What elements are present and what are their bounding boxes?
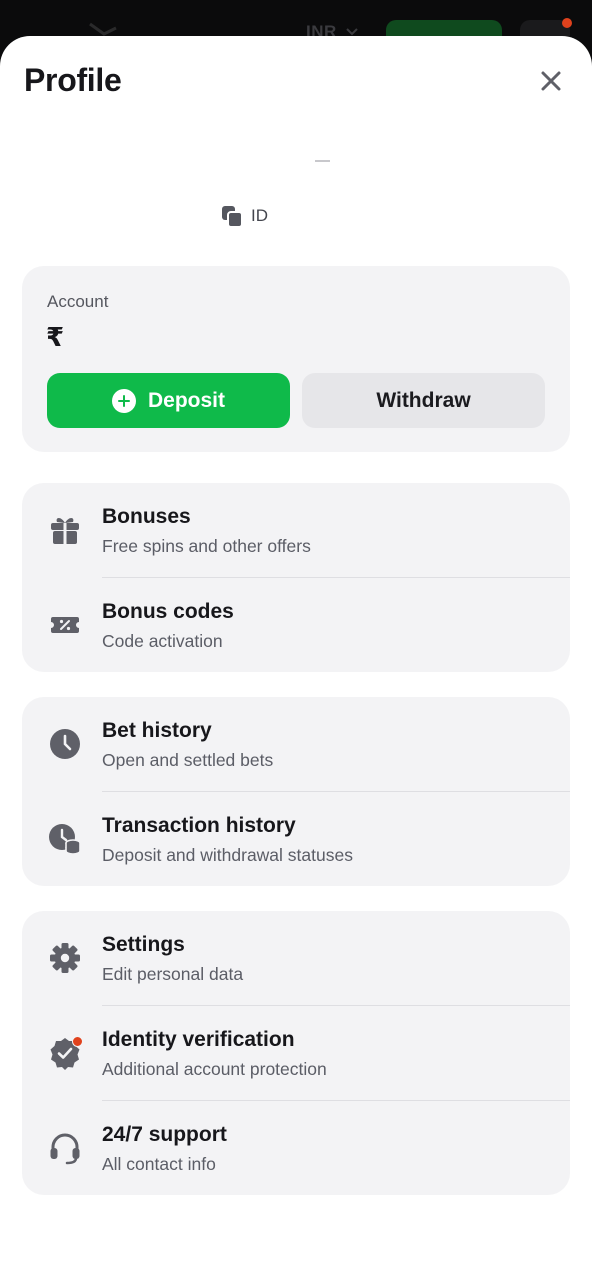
menu-item-subtitle: Code activation — [102, 631, 223, 651]
ticket-percent-icon — [51, 617, 79, 633]
gear-icon — [50, 943, 80, 973]
gift-icon — [51, 518, 79, 544]
withdraw-button[interactable]: Withdraw — [302, 373, 545, 428]
notification-dot — [72, 1036, 83, 1047]
menu-item-title: Bet history — [102, 719, 212, 742]
menu-item-bonuses[interactable]: Bonuses Free spins and other offers — [22, 483, 570, 578]
account-card: Account ₹ Deposit Withdraw — [22, 266, 570, 452]
history-group: Bet history Open and settled bets Transa… — [22, 697, 570, 886]
page-title: Profile — [24, 62, 122, 98]
menu-item-identity-verification[interactable]: Identity verification Additional account… — [22, 1006, 570, 1101]
menu-item-subtitle: Edit personal data — [102, 964, 244, 984]
username-placeholder — [315, 160, 330, 162]
headset-icon — [50, 1133, 80, 1165]
menu-item-bet-history[interactable]: Bet history Open and settled bets — [22, 697, 570, 792]
user-id-label: ID — [251, 206, 268, 225]
menu-item-title: Bonuses — [102, 505, 191, 528]
menu-item-subtitle: Additional account protection — [102, 1059, 327, 1079]
user-id[interactable]: ID — [220, 204, 268, 228]
deposit-button[interactable]: Deposit — [47, 373, 290, 428]
menu-item-title: Settings — [102, 933, 185, 956]
clock-coins-icon — [49, 824, 81, 855]
menu-item-subtitle: Deposit and withdrawal statuses — [102, 845, 353, 865]
menu-item-subtitle: All contact info — [102, 1154, 216, 1174]
account-balance: ₹ — [46, 322, 65, 352]
profile-sheet: Profile ID Account ₹ Deposit Withdraw Bo… — [0, 36, 592, 1280]
clock-icon — [50, 729, 80, 759]
notification-dot — [562, 18, 572, 28]
menu-item-title: Transaction history — [102, 814, 296, 837]
menu-item-transaction-history[interactable]: Transaction history Deposit and withdraw… — [22, 792, 570, 887]
account-settings-group: Settings Edit personal data Identity ver… — [22, 911, 570, 1195]
menu-item-title: Identity verification — [102, 1028, 295, 1051]
deposit-button-label: Deposit — [147, 388, 225, 412]
copy-icon — [222, 206, 243, 228]
plus-circle-icon — [111, 388, 136, 413]
withdraw-button-label: Withdraw — [376, 388, 471, 412]
menu-item-bonus-codes[interactable]: Bonus codes Code activation — [22, 578, 570, 673]
bonuses-group: Bonuses Free spins and other offers Bonu… — [22, 483, 570, 672]
menu-item-title: 24/7 support — [102, 1123, 227, 1146]
menu-item-support[interactable]: 24/7 support All contact info — [22, 1101, 570, 1196]
menu-item-settings[interactable]: Settings Edit personal data — [22, 911, 570, 1006]
account-label: Account — [47, 292, 109, 311]
menu-item-subtitle: Open and settled bets — [102, 750, 274, 770]
close-icon[interactable] — [536, 66, 566, 96]
menu-item-subtitle: Free spins and other offers — [102, 536, 311, 556]
menu-item-title: Bonus codes — [102, 600, 234, 623]
